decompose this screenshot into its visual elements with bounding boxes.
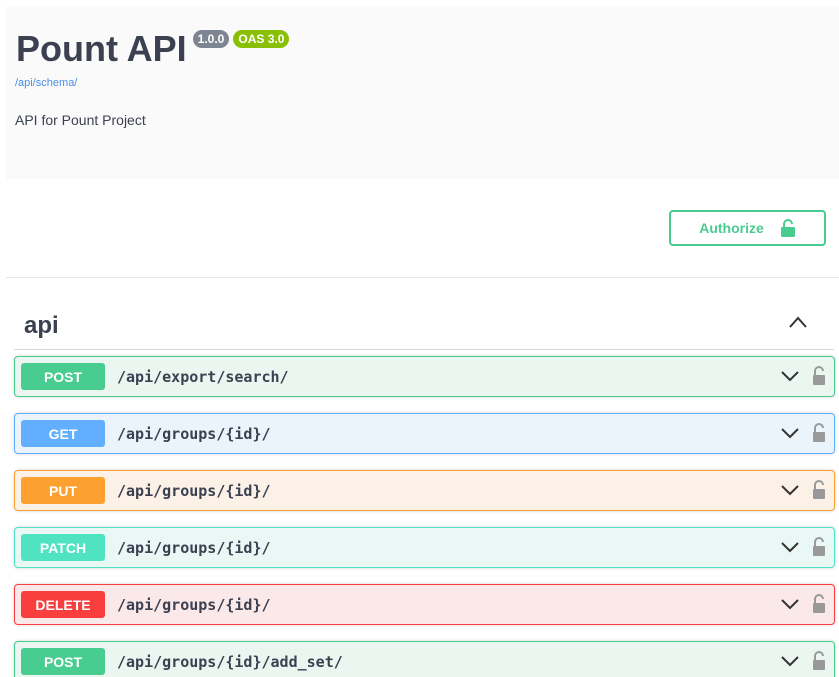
operation-post[interactable]: POST/api/export/search/ bbox=[14, 356, 835, 397]
method-badge: PATCH bbox=[21, 534, 105, 561]
chevron-down-icon[interactable] bbox=[780, 597, 800, 611]
oas-badge: OAS 3.0 bbox=[233, 30, 290, 48]
lock-icon[interactable] bbox=[812, 366, 826, 386]
lock-icon[interactable] bbox=[812, 594, 826, 614]
chevron-down-icon[interactable] bbox=[780, 540, 800, 554]
operation-path: /api/groups/{id}/ bbox=[117, 538, 271, 557]
method-badge: POST bbox=[21, 648, 105, 675]
chevron-down-icon[interactable] bbox=[780, 426, 800, 440]
version-badges: 1.0.0 OAS 3.0 bbox=[192, 30, 290, 48]
lock-icon[interactable] bbox=[812, 537, 826, 557]
operation-patch[interactable]: PATCH/api/groups/{id}/ bbox=[14, 527, 835, 568]
lock-icon bbox=[780, 219, 795, 237]
lock-icon[interactable] bbox=[812, 651, 826, 671]
operation-get[interactable]: GET/api/groups/{id}/ bbox=[14, 413, 835, 454]
chevron-up-icon[interactable] bbox=[788, 314, 808, 330]
title-row: Pount API 1.0.0 OAS 3.0 bbox=[16, 28, 290, 70]
method-badge: POST bbox=[21, 363, 105, 390]
operation-controls bbox=[780, 537, 826, 557]
page-title: Pount API bbox=[16, 28, 187, 69]
operation-path: /api/groups/{id}/add_set/ bbox=[117, 652, 343, 671]
operation-controls bbox=[780, 480, 826, 500]
operation-controls bbox=[780, 423, 826, 443]
method-badge: DELETE bbox=[21, 591, 105, 618]
chevron-down-icon[interactable] bbox=[780, 483, 800, 497]
operation-put[interactable]: PUT/api/groups/{id}/ bbox=[14, 470, 835, 511]
method-badge: GET bbox=[21, 420, 105, 447]
section-divider bbox=[6, 277, 839, 278]
lock-icon[interactable] bbox=[812, 480, 826, 500]
version-badge: 1.0.0 bbox=[192, 30, 230, 48]
operation-controls bbox=[780, 594, 826, 614]
chevron-down-icon[interactable] bbox=[780, 369, 800, 383]
authorize-button[interactable]: Authorize bbox=[669, 210, 826, 246]
tag-header-api[interactable]: api bbox=[14, 300, 834, 350]
operation-controls bbox=[780, 366, 826, 386]
info-header: Pount API 1.0.0 OAS 3.0 /api/schema/ API… bbox=[6, 6, 839, 179]
operation-controls bbox=[780, 651, 826, 671]
operation-post[interactable]: POST/api/groups/{id}/add_set/ bbox=[14, 641, 835, 677]
operation-delete[interactable]: DELETE/api/groups/{id}/ bbox=[14, 584, 835, 625]
operation-path: /api/export/search/ bbox=[117, 367, 289, 386]
chevron-down-icon[interactable] bbox=[780, 654, 800, 668]
operation-path: /api/groups/{id}/ bbox=[117, 595, 271, 614]
method-badge: PUT bbox=[21, 477, 105, 504]
schema-link[interactable]: /api/schema/ bbox=[15, 77, 77, 89]
authorize-label: Authorize bbox=[699, 220, 764, 236]
operation-path: /api/groups/{id}/ bbox=[117, 481, 271, 500]
api-description: API for Pount Project bbox=[15, 112, 146, 128]
lock-icon[interactable] bbox=[812, 423, 826, 443]
operation-path: /api/groups/{id}/ bbox=[117, 424, 271, 443]
tag-name: api bbox=[24, 312, 59, 339]
